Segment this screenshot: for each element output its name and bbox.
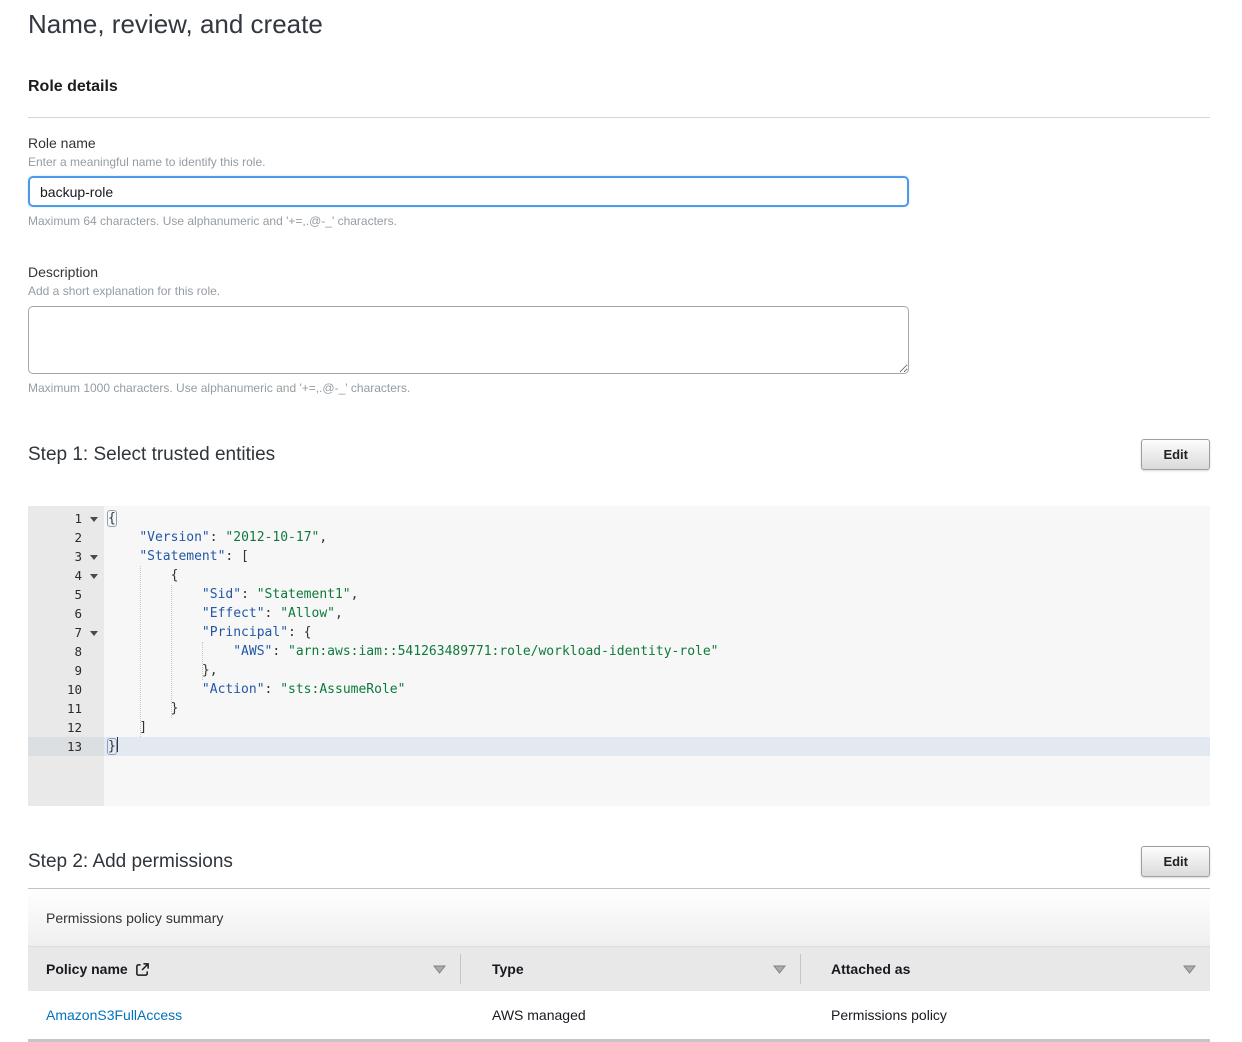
filter-dropdown-icon[interactable] xyxy=(1183,965,1196,974)
table-cell: AWS managed xyxy=(460,991,800,1039)
line-number: 8 xyxy=(28,642,104,661)
description-label: Description xyxy=(28,264,1210,280)
policy-table-body: AmazonS3FullAccess AWS managedPermissions… xyxy=(28,991,1210,1042)
role-name-input[interactable] xyxy=(28,176,909,207)
code-line[interactable]: 13} xyxy=(28,737,1210,756)
permissions-panel-title: Permissions policy summary xyxy=(28,889,1210,947)
policy-name-link[interactable]: AmazonS3FullAccess xyxy=(46,1007,182,1023)
column-header-type: Type xyxy=(460,947,800,991)
step1-edit-button[interactable]: Edit xyxy=(1141,439,1210,470)
code-text: } xyxy=(104,737,1210,756)
code-line[interactable]: 8 "AWS": "arn:aws:iam::541263489771:role… xyxy=(28,642,1210,661)
column-separator xyxy=(800,954,801,984)
code-line[interactable]: 4 { xyxy=(28,566,1210,585)
code-text: "Statement": [ xyxy=(104,547,1210,566)
policy-table-header: Policy name Type Attached as xyxy=(28,947,1210,991)
filter-dropdown-icon[interactable] xyxy=(433,965,446,974)
role-name-constraint: Maximum 64 characters. Use alphanumeric … xyxy=(28,214,1210,228)
page-title: Name, review, and create xyxy=(28,8,1210,40)
code-text: } xyxy=(104,699,1210,718)
code-text: "AWS": "arn:aws:iam::541263489771:role/w… xyxy=(104,642,1210,661)
code-line[interactable]: 10 "Action": "sts:AssumeRole" xyxy=(28,680,1210,699)
line-number: 5 xyxy=(28,585,104,604)
divider xyxy=(28,117,1210,118)
step1-header: Step 1: Select trusted entities Edit xyxy=(28,439,1210,470)
code-text: }, xyxy=(104,661,1210,680)
code-text: { xyxy=(104,509,1210,528)
table-row: AmazonS3FullAccess AWS managedPermissions… xyxy=(28,991,1210,1039)
code-line[interactable]: 11 } xyxy=(28,699,1210,718)
table-cell: Permissions policy xyxy=(800,991,1210,1039)
column-header-label: Policy name xyxy=(46,961,128,977)
line-number: 1 xyxy=(28,509,104,528)
step1-heading: Step 1: Select trusted entities xyxy=(28,444,275,466)
fold-caret-icon[interactable] xyxy=(90,631,98,636)
line-number: 10 xyxy=(28,680,104,699)
code-line[interactable]: 1{ xyxy=(28,509,1210,528)
code-lines: 1{2 "Version": "2012-10-17",3 "Statement… xyxy=(28,506,1210,756)
line-number: 7 xyxy=(28,623,104,642)
column-header-policy-name: Policy name xyxy=(28,947,460,991)
code-line[interactable]: 7 "Principal": { xyxy=(28,623,1210,642)
line-number: 4 xyxy=(28,566,104,585)
description-textarea[interactable] xyxy=(28,306,909,374)
page: Name, review, and create Role details Ro… xyxy=(28,0,1210,1042)
description-constraint: Maximum 1000 characters. Use alphanumeri… xyxy=(28,381,1210,395)
code-line[interactable]: 9 }, xyxy=(28,661,1210,680)
code-text: "Effect": "Allow", xyxy=(104,604,1210,623)
line-number: 11 xyxy=(28,699,104,718)
code-text: "Action": "sts:AssumeRole" xyxy=(104,680,1210,699)
role-name-label: Role name xyxy=(28,135,1210,151)
line-number: 3 xyxy=(28,547,104,566)
role-name-help: Enter a meaningful name to identify this… xyxy=(28,155,1210,169)
text-cursor xyxy=(117,737,118,752)
line-number: 6 xyxy=(28,604,104,623)
code-line[interactable]: 6 "Effect": "Allow", xyxy=(28,604,1210,623)
permissions-panel: Permissions policy summary Policy name Ty… xyxy=(28,888,1210,1042)
external-link-icon xyxy=(135,962,150,977)
trust-policy-editor[interactable]: 1{2 "Version": "2012-10-17",3 "Statement… xyxy=(28,506,1210,806)
filter-dropdown-icon[interactable] xyxy=(773,965,786,974)
code-line[interactable]: 2 "Version": "2012-10-17", xyxy=(28,528,1210,547)
fold-caret-icon[interactable] xyxy=(90,574,98,579)
code-text: ] xyxy=(104,718,1210,737)
code-text: { xyxy=(104,566,1210,585)
code-line[interactable]: 5 "Sid": "Statement1", xyxy=(28,585,1210,604)
column-header-attached-as: Attached as xyxy=(800,947,1210,991)
role-details-heading: Role details xyxy=(28,78,1210,96)
role-name-field: Role name Enter a meaningful name to ide… xyxy=(28,135,1210,228)
column-separator xyxy=(460,954,461,984)
step2-header: Step 2: Add permissions Edit xyxy=(28,846,1210,877)
code-line[interactable]: 3 "Statement": [ xyxy=(28,547,1210,566)
description-help: Add a short explanation for this role. xyxy=(28,284,1210,298)
line-number: 12 xyxy=(28,718,104,737)
line-number: 9 xyxy=(28,661,104,680)
code-text: "Version": "2012-10-17", xyxy=(104,528,1210,547)
column-header-label: Attached as xyxy=(831,961,910,977)
step2-edit-button[interactable]: Edit xyxy=(1141,846,1210,877)
table-cell: AmazonS3FullAccess xyxy=(28,991,460,1039)
code-text: "Sid": "Statement1", xyxy=(104,585,1210,604)
line-number: 13 xyxy=(28,737,104,756)
step2-heading: Step 2: Add permissions xyxy=(28,851,233,873)
description-field: Description Add a short explanation for … xyxy=(28,264,1210,395)
column-header-label: Type xyxy=(492,961,524,977)
fold-caret-icon[interactable] xyxy=(90,517,98,522)
fold-caret-icon[interactable] xyxy=(90,555,98,560)
code-text: "Principal": { xyxy=(104,623,1210,642)
code-line[interactable]: 12 ] xyxy=(28,718,1210,737)
line-number: 2 xyxy=(28,528,104,547)
